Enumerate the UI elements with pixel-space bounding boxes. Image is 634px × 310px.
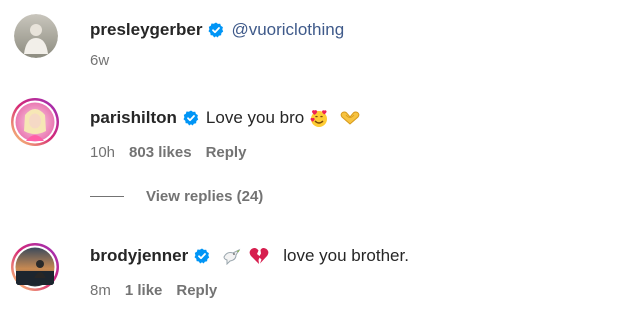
verified-badge-icon — [183, 110, 199, 126]
comment-meta-presleygerber: 6w — [90, 52, 109, 69]
comment-head-parishilton: parishilton Love you bro — [90, 108, 363, 128]
avatar-brodyjenner[interactable] — [10, 242, 60, 292]
comment-text: Love you bro — [205, 108, 305, 127]
mention-link[interactable]: @vuoriclothing — [231, 20, 344, 40]
brodyjenner-avatar-icon — [11, 243, 59, 291]
timestamp[interactable]: 8m — [90, 282, 111, 299]
avatar-parishilton[interactable] — [10, 97, 60, 147]
reply-button[interactable]: Reply — [206, 144, 247, 161]
view-replies-button[interactable]: View replies (24) — [90, 188, 263, 205]
verified-badge-icon — [194, 248, 210, 264]
parishilton-avatar-icon — [11, 98, 59, 146]
comment-text: love you brother. — [283, 246, 409, 265]
likes-count-link[interactable]: 803 likes — [129, 144, 192, 161]
replies-divider-line — [90, 196, 124, 197]
comment-meta-brodyjenner: 8m 1 like Reply — [90, 282, 217, 299]
broken-heart-emoji-icon — [249, 247, 269, 265]
username-link[interactable]: brodyjenner — [90, 246, 188, 266]
smiling-face-with-hearts-emoji-icon — [309, 108, 329, 128]
heart-hands-emoji-icon — [339, 110, 361, 126]
timestamp[interactable]: 6w — [90, 52, 109, 69]
reply-button[interactable]: Reply — [176, 282, 217, 299]
view-replies-label: View replies (24) — [146, 188, 264, 205]
username-link[interactable]: parishilton — [90, 108, 177, 128]
comment-head-presleygerber: presleygerber @vuoriclothing — [90, 20, 344, 40]
dove-emoji-icon — [221, 247, 241, 265]
likes-count-link[interactable]: 1 like — [125, 282, 163, 299]
comment-meta-parishilton: 10h 803 likes Reply — [90, 144, 246, 161]
username-link[interactable]: presleygerber — [90, 20, 202, 40]
timestamp[interactable]: 10h — [90, 144, 115, 161]
presleygerber-avatar-icon — [14, 14, 58, 58]
avatar-presleygerber[interactable] — [14, 14, 58, 58]
comment-head-brodyjenner: brodyjenner love you brother. — [90, 246, 409, 266]
verified-badge-icon — [208, 22, 224, 38]
